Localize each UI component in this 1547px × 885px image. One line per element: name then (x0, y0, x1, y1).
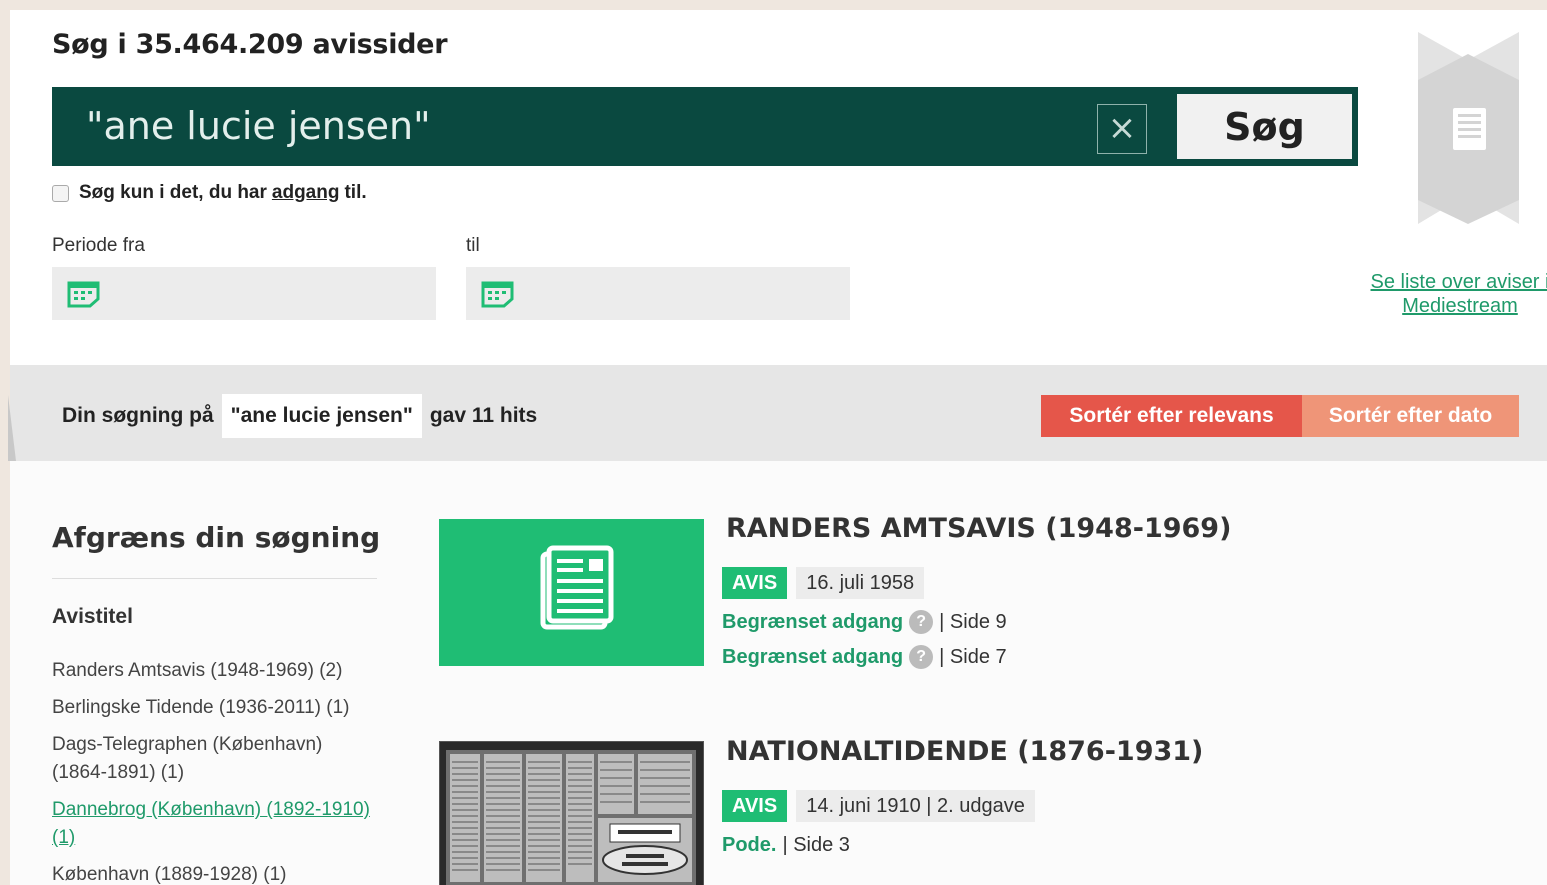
search-title: Søg i 35.464.209 avissider (52, 29, 448, 60)
help-icon[interactable]: ? (909, 610, 934, 634)
newspaper-list-link[interactable]: Se liste over aviser i Mediestream (1360, 270, 1547, 318)
type-badge: AVIS (722, 567, 788, 599)
period-from-label: Periode fra (52, 235, 145, 256)
result-meta: AVIS 14. juni 1910 | 2. udgave (722, 790, 1035, 822)
result-title[interactable]: RANDERS AMTSAVIS (1948-1969) (726, 513, 1231, 544)
access-status[interactable]: Pode. (722, 834, 776, 857)
facet-item[interactable]: København (1889-1928) (1) (52, 861, 382, 885)
only-access-suffix: til. (344, 182, 367, 203)
hits-suffix: gav 11 hits (429, 404, 538, 427)
access-status[interactable]: Begrænset adgang (722, 646, 903, 669)
facet-title: Afgræns din søgning (52, 521, 381, 554)
facet-item[interactable]: Dannebrog (København) (1892-1910) (1) (52, 796, 382, 852)
facet-item[interactable]: Dags-Telegraphen (København) (1864-1891)… (52, 731, 382, 787)
period-from-field[interactable] (52, 267, 436, 320)
hits-summary: Din søgning på "ane lucie jensen" gav 11… (62, 394, 537, 438)
page-number[interactable]: | Side 3 (782, 834, 849, 857)
result-thumbnail[interactable] (439, 519, 704, 666)
calendar-icon[interactable] (481, 280, 514, 308)
newspaper-banner-icon (1418, 32, 1519, 224)
type-badge: AVIS (722, 790, 788, 822)
hits-bar: Din søgning på "ane lucie jensen" gav 11… (8, 365, 1547, 461)
facet-list: Randers Amtsavis (1948-1969) (2) Berling… (52, 657, 382, 885)
access-link[interactable]: adgang (272, 182, 340, 204)
page-number[interactable]: | Side 9 (939, 611, 1006, 634)
calendar-icon[interactable] (67, 280, 100, 308)
clear-search-button[interactable]: × (1097, 104, 1147, 154)
search-bar: × Søg (52, 87, 1358, 166)
facet-item[interactable]: Randers Amtsavis (1948-1969) (2) (52, 657, 382, 685)
newspaper-list-link-line1[interactable]: Se liste over aviser i (1360, 270, 1547, 294)
only-access-option[interactable]: Søg kun i det, du har adgang til. (52, 182, 367, 204)
fold-decoration (8, 395, 16, 461)
close-icon: × (1107, 108, 1137, 148)
search-button[interactable]: Søg (1177, 94, 1352, 159)
hits-query: "ane lucie jensen" (221, 394, 422, 438)
page-number[interactable]: | Side 7 (939, 646, 1006, 669)
only-access-prefix: Søg kun i det, du har (79, 182, 267, 203)
period-to-field[interactable] (466, 267, 850, 320)
result-meta: AVIS 16. juli 1958 (722, 567, 925, 599)
result-title[interactable]: NATIONALTIDENDE (1876-1931) (726, 736, 1203, 767)
sort-date-button[interactable]: Sortér efter dato (1302, 395, 1519, 437)
facet-item[interactable]: Berlingske Tidende (1936-2011) (1) (52, 694, 382, 722)
search-input[interactable] (72, 95, 1072, 157)
facet-group-title: Avistitel (52, 605, 133, 628)
result-page-line[interactable]: Begrænset adgang ? | Side 9 (722, 610, 1007, 634)
results-area: Afgræns din søgning Avistitel Randers Am… (10, 461, 1547, 885)
sort-relevance-button[interactable]: Sortér efter relevans (1041, 395, 1302, 437)
facet-divider (52, 578, 377, 579)
result-page-line[interactable]: Pode. | Side 3 (722, 834, 850, 857)
help-icon[interactable]: ? (909, 645, 934, 669)
result-page-line[interactable]: Begrænset adgang ? | Side 7 (722, 645, 1007, 669)
hits-prefix: Din søgning på (62, 404, 214, 427)
page: Søg i 35.464.209 avissider × Søg Søg kun… (8, 10, 1547, 885)
result-scan-thumbnail[interactable] (439, 741, 704, 885)
result-date: 14. juni 1910 | 2. udgave (796, 790, 1035, 822)
access-status[interactable]: Begrænset adgang (722, 611, 903, 634)
newspaper-scan-image (440, 742, 703, 885)
only-access-checkbox[interactable] (52, 184, 69, 202)
newspaper-icon (540, 545, 614, 630)
period-to-label: til (466, 235, 480, 256)
newspaper-list-link-line2[interactable]: Mediestream (1360, 294, 1547, 318)
result-date: 16. juli 1958 (796, 567, 925, 599)
